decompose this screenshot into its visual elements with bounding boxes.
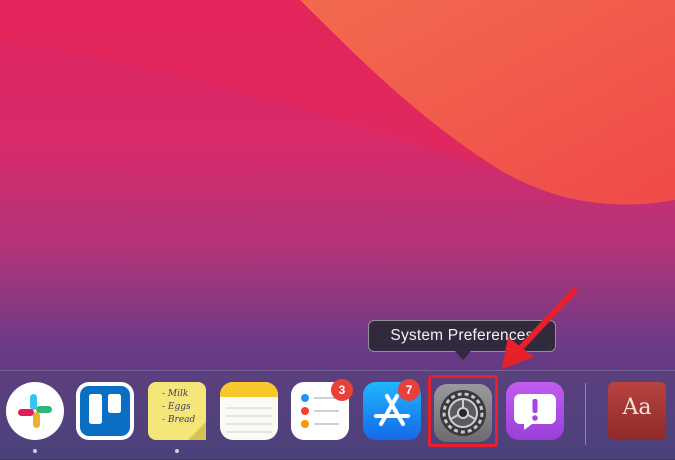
notes-icon xyxy=(220,382,278,433)
tooltip-pointer xyxy=(455,351,471,360)
dock-app-feedback-assistant[interactable] xyxy=(506,382,564,440)
dock-separator xyxy=(585,383,586,445)
notification-badge: 3 xyxy=(331,379,353,401)
dock-app-stickies[interactable]: - Milk - Eggs - Bread xyxy=(148,382,206,440)
sticky-line: - Eggs xyxy=(162,402,191,412)
sticky-line: - Bread xyxy=(162,415,196,425)
annotation-highlight-box xyxy=(428,375,498,447)
notification-badge: 7 xyxy=(398,379,420,401)
dock-app-notes[interactable] xyxy=(220,382,278,440)
feedback-icon xyxy=(514,394,556,430)
sticky-line: - Milk xyxy=(162,389,189,399)
dictionary-glyph: Aa xyxy=(622,395,652,420)
running-indicator xyxy=(33,449,37,453)
slack-icon xyxy=(18,394,52,428)
annotation-arrow xyxy=(502,288,577,369)
dock-app-slack[interactable] xyxy=(6,382,64,440)
trello-icon xyxy=(80,386,130,436)
running-indicator xyxy=(175,449,179,453)
sticky-note-lines: - Milk - Eggs - Bread xyxy=(162,388,195,427)
dock-app-trello[interactable] xyxy=(76,382,134,440)
dock-app-dictionary[interactable]: Aa xyxy=(608,382,666,440)
